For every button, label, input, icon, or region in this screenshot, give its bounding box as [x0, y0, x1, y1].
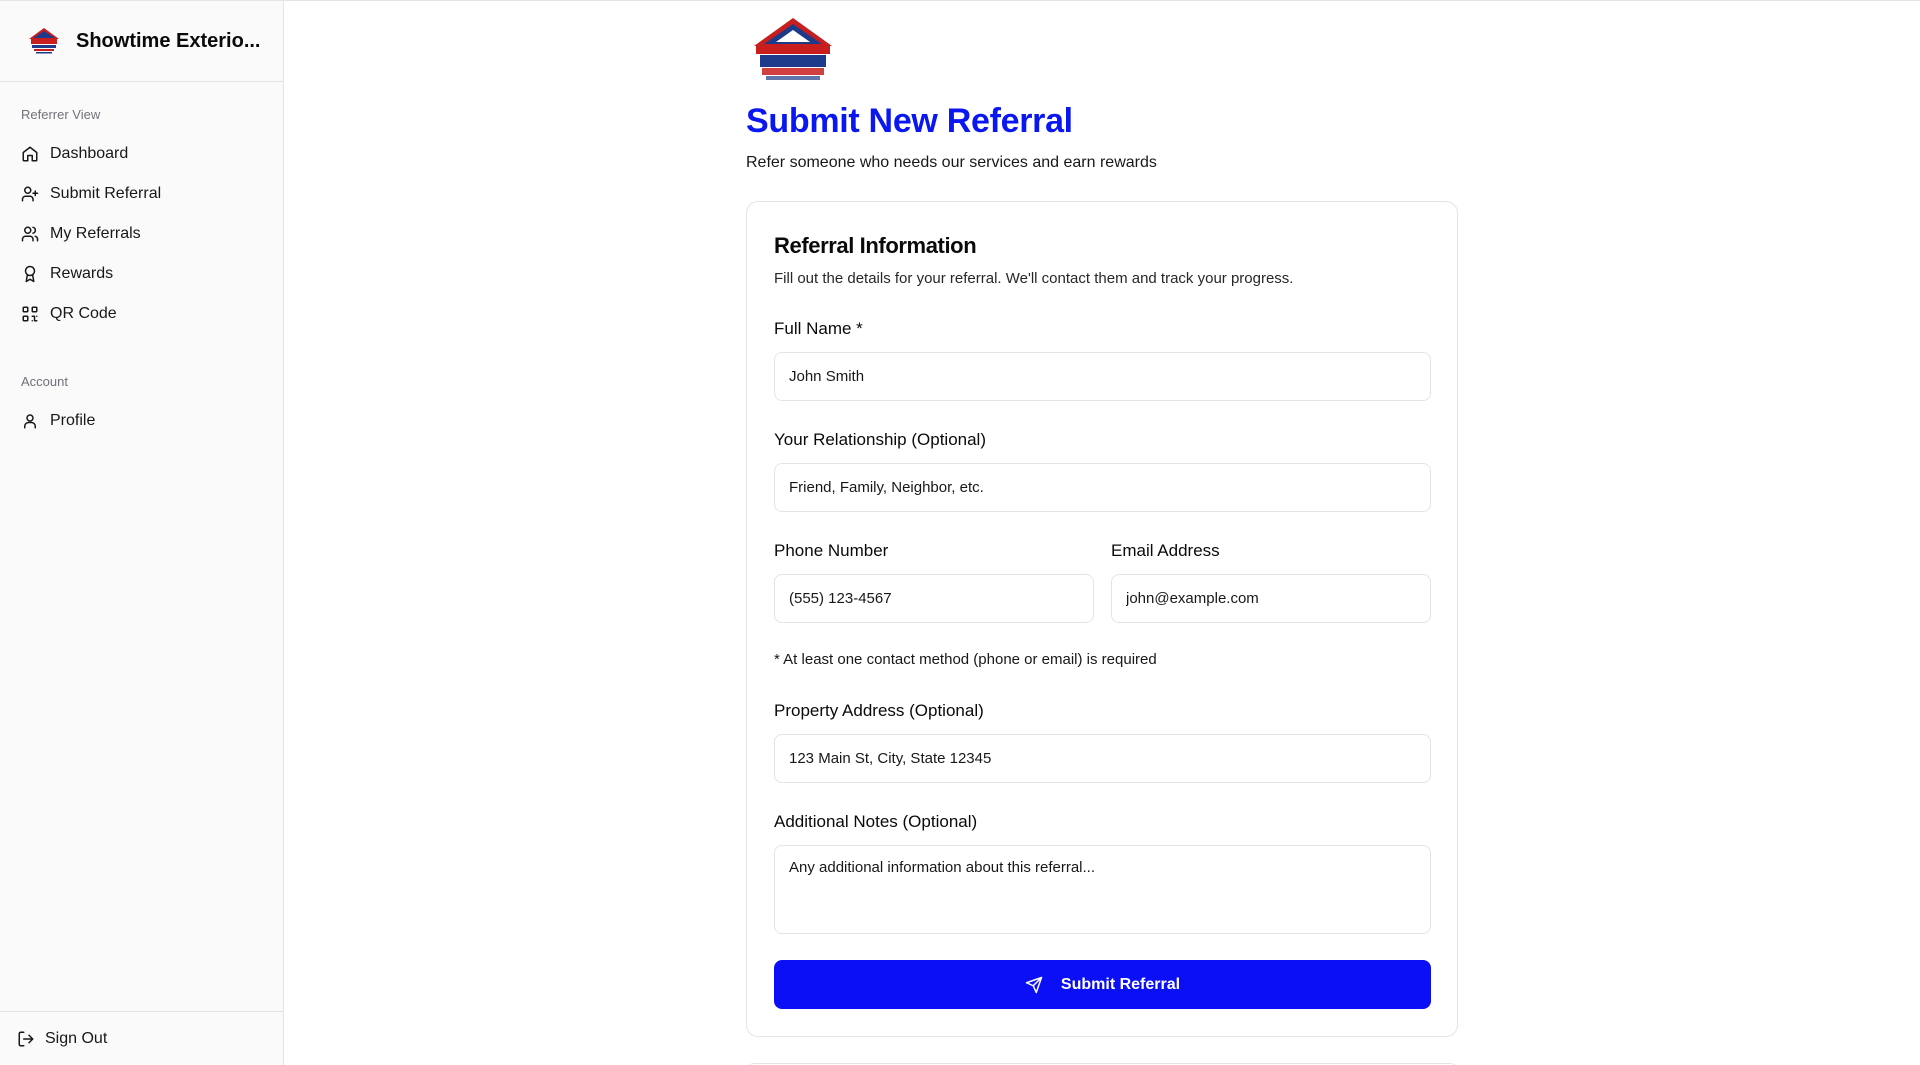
- submit-referral-button[interactable]: Submit Referral: [774, 960, 1431, 1009]
- relationship-input[interactable]: [774, 463, 1431, 512]
- relationship-label: Your Relationship (Optional): [774, 430, 986, 449]
- page-title: Submit New Referral: [746, 102, 1073, 140]
- nav-group-label-referrer: Referrer View: [21, 106, 101, 122]
- sidebar: Showtime Exterio... Referrer View Dashbo…: [0, 1, 284, 1065]
- user-icon: [24, 414, 36, 429]
- phone-input[interactable]: [774, 574, 1094, 623]
- nav-referrer: Dashboard Submit Referral My Referrals R…: [0, 134, 283, 334]
- send-icon: [1025, 976, 1043, 993]
- nav-group-label-account: Account: [21, 373, 68, 389]
- email-label: Email Address: [1111, 541, 1220, 560]
- qr-code-icon: [22, 306, 38, 322]
- full-name-input[interactable]: [774, 352, 1431, 401]
- nav-account: Profile: [0, 401, 283, 441]
- sidebar-item-profile[interactable]: Profile: [0, 401, 283, 441]
- brand-name: Showtime Exterio...: [76, 29, 261, 52]
- address-label: Property Address (Optional): [774, 701, 984, 720]
- sidebar-item-label: Dashboard: [50, 145, 129, 162]
- sidebar-item-label: My Referrals: [50, 225, 141, 242]
- referral-form-card: Referral Information Fill out the detail…: [746, 201, 1458, 1037]
- sidebar-item-label: QR Code: [50, 305, 117, 322]
- email-input[interactable]: [1111, 574, 1431, 623]
- phone-label: Phone Number: [774, 541, 889, 560]
- award-icon: [24, 265, 36, 283]
- sidebar-item-label: Submit Referral: [50, 185, 162, 202]
- full-name-label: Full Name *: [774, 319, 863, 338]
- form-description: Fill out the details for your referral. …: [774, 270, 1294, 287]
- user-plus-icon: [21, 186, 39, 202]
- sidebar-item-label: Profile: [50, 412, 96, 429]
- company-logo: [754, 18, 832, 80]
- sidebar-item-qr-code[interactable]: QR Code: [0, 294, 283, 334]
- page-subtitle: Refer someone who needs our services and…: [746, 154, 1157, 171]
- notes-textarea[interactable]: [774, 845, 1431, 934]
- sidebar-brand[interactable]: Showtime Exterio...: [0, 1, 283, 82]
- sidebar-item-my-referrals[interactable]: My Referrals: [0, 214, 283, 254]
- log-out-icon: [18, 1031, 34, 1046]
- sidebar-item-label: Rewards: [50, 265, 114, 282]
- contact-requirement-note: * At least one contact method (phone or …: [774, 651, 1157, 668]
- brand-logo-icon: [29, 28, 59, 54]
- sign-out-button[interactable]: Sign Out: [0, 1011, 283, 1065]
- sidebar-item-rewards[interactable]: Rewards: [0, 254, 283, 294]
- sign-out-label: Sign Out: [45, 1029, 108, 1047]
- notes-label: Additional Notes (Optional): [774, 812, 978, 831]
- users-icon: [21, 226, 39, 242]
- sidebar-item-dashboard[interactable]: Dashboard: [0, 134, 283, 174]
- home-icon: [22, 146, 38, 162]
- address-input[interactable]: [774, 734, 1431, 783]
- sidebar-item-submit-referral[interactable]: Submit Referral: [0, 174, 283, 214]
- top-border: [0, 0, 1920, 1]
- form-title: Referral Information: [774, 233, 977, 258]
- submit-referral-label: Submit Referral: [1060, 975, 1181, 993]
